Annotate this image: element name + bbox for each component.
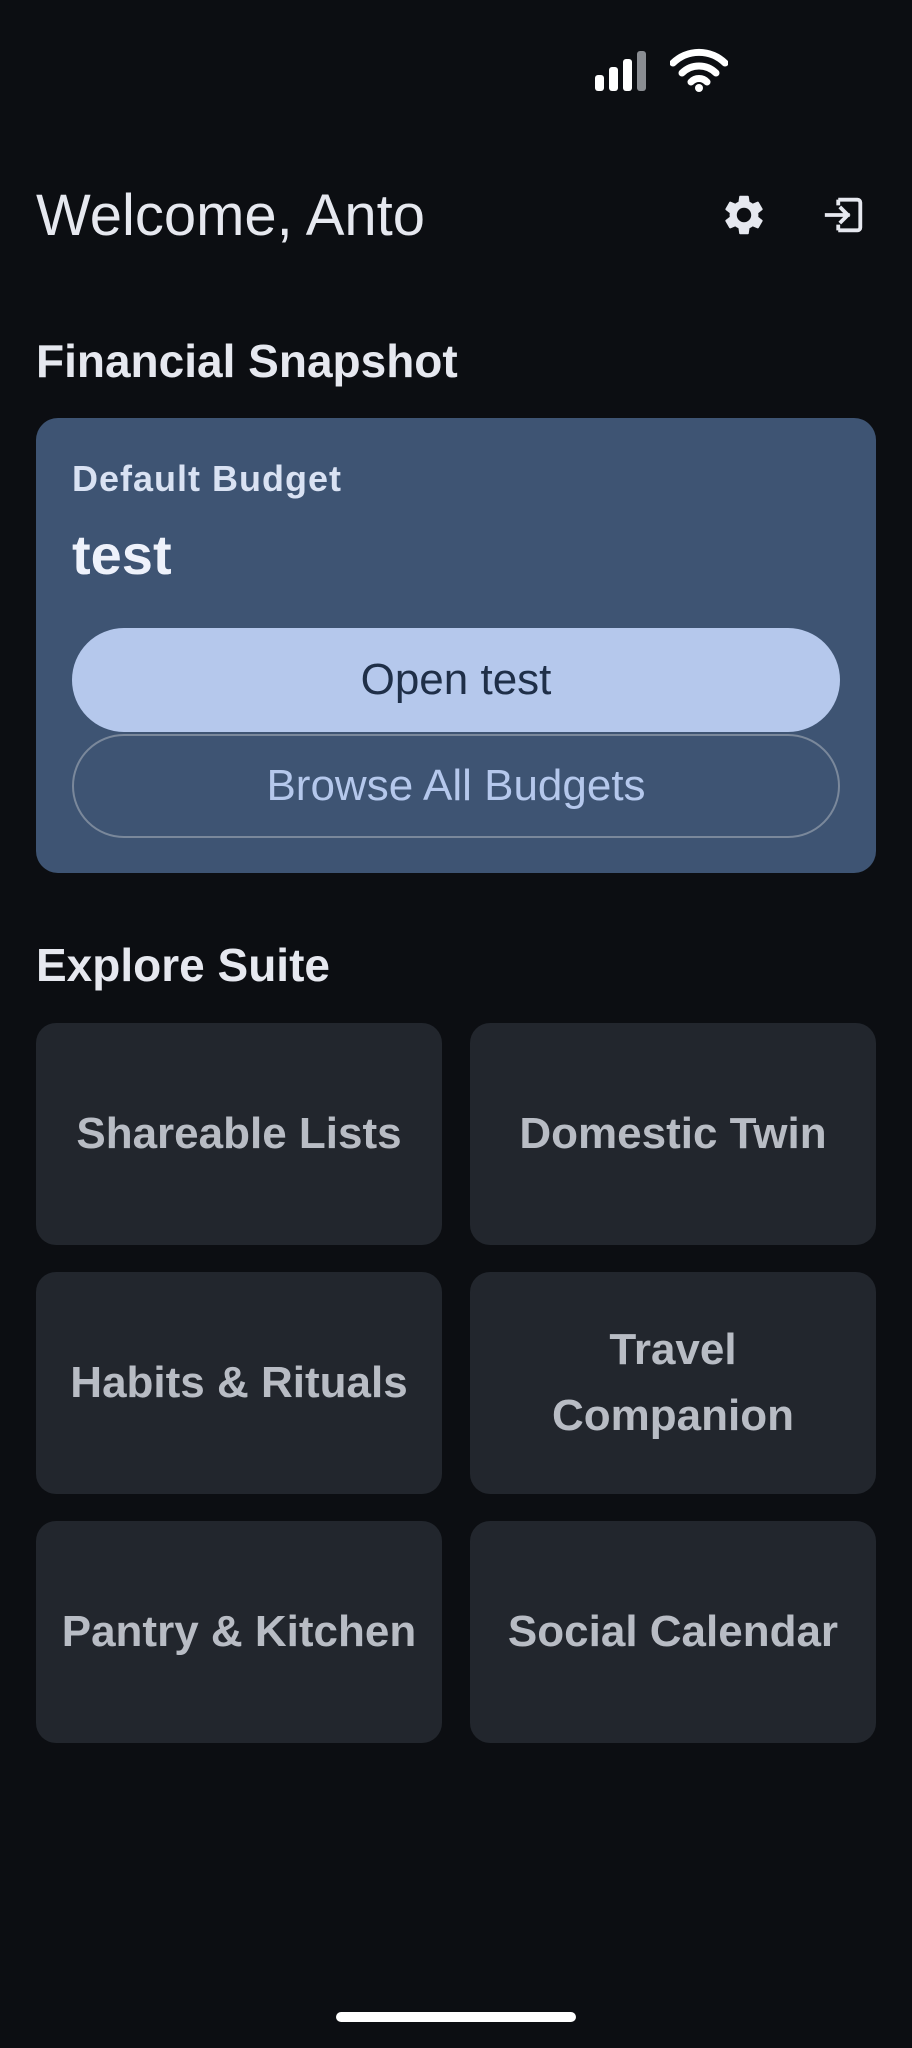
financial-snapshot-title: Financial Snapshot [36, 335, 458, 387]
logout-icon [824, 197, 863, 233]
explore-suite-title: Explore Suite [36, 939, 330, 991]
header: Welcome, Anto [36, 180, 876, 250]
tile-shareable-lists[interactable]: Shareable Lists [36, 1023, 442, 1245]
tile-social-calendar[interactable]: Social Calendar [470, 1521, 876, 1743]
settings-button[interactable] [712, 183, 776, 247]
suite-grid: Shareable Lists Domestic Twin Habits & R… [36, 1023, 876, 1743]
cellular-signal-icon [595, 49, 646, 91]
budget-name: test [72, 523, 172, 586]
wifi-icon [670, 48, 728, 92]
welcome-title: Welcome, Anto [36, 182, 426, 248]
browse-all-budgets-button[interactable]: Browse All Budgets [72, 734, 840, 838]
open-budget-button[interactable]: Open test [72, 628, 840, 732]
tile-domestic-twin[interactable]: Domestic Twin [470, 1023, 876, 1245]
tile-habits-rituals[interactable]: Habits & Rituals [36, 1272, 442, 1494]
tile-travel-companion[interactable]: Travel Companion [470, 1272, 876, 1494]
logout-button[interactable] [812, 183, 876, 247]
home-indicator[interactable] [336, 2012, 576, 2022]
status-bar [595, 48, 728, 92]
default-budget-label: Default Budget [72, 458, 342, 499]
tile-pantry-kitchen[interactable]: Pantry & Kitchen [36, 1521, 442, 1743]
default-budget-card: Default Budget test Open test Browse All… [36, 418, 876, 873]
gear-icon [725, 195, 763, 235]
